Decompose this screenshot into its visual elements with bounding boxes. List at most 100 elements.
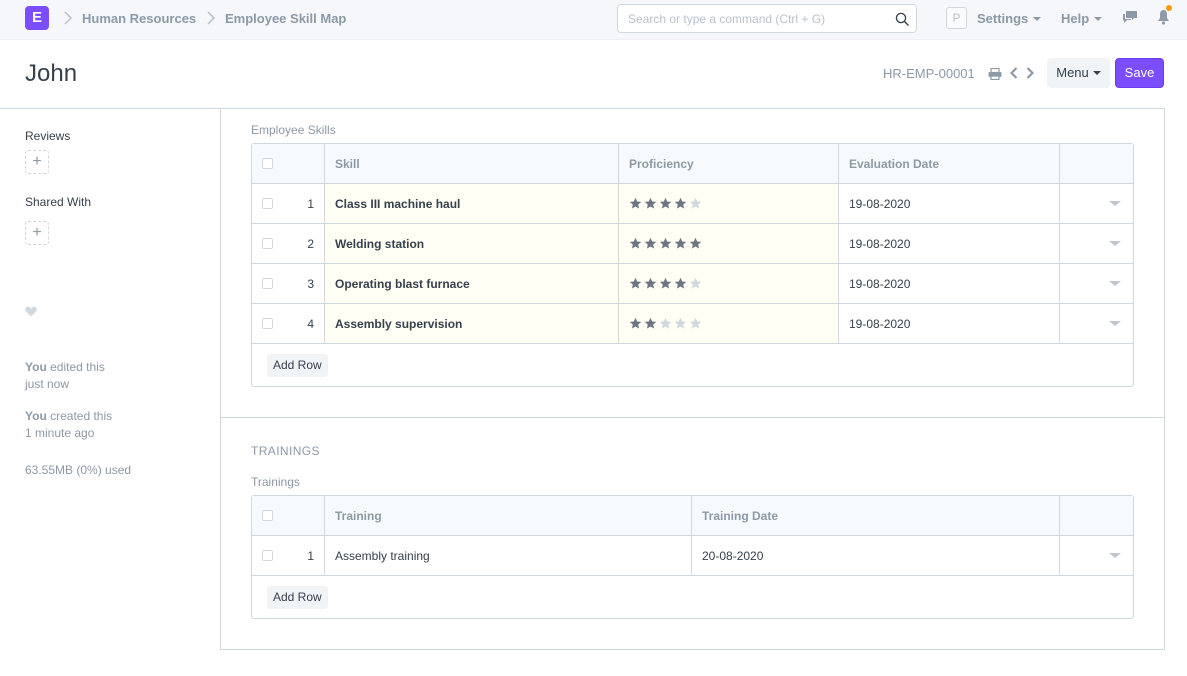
star-rating[interactable] [629, 277, 702, 290]
row-expand-icon[interactable] [1109, 241, 1121, 246]
row-expand-icon[interactable] [1109, 281, 1121, 286]
column-header-actions [1060, 144, 1133, 183]
row-index: 2 [307, 236, 314, 251]
chat-icon[interactable] [1122, 10, 1138, 29]
proficiency-cell[interactable] [619, 264, 839, 303]
star-filled-icon[interactable] [629, 237, 642, 250]
evaluation-date-cell[interactable]: 19-08-2020 [839, 224, 1060, 263]
star-filled-icon[interactable] [644, 277, 657, 290]
employee-skills-table: Skill Proficiency Evaluation Date 1 Class… [251, 143, 1134, 387]
previous-record-icon[interactable] [1009, 66, 1019, 85]
search-icon[interactable] [895, 12, 910, 32]
activity-created: You created this 1 minute ago [25, 408, 112, 442]
star-filled-icon[interactable] [659, 197, 672, 210]
star-filled-icon[interactable] [644, 197, 657, 210]
activity-edited: You edited this just now [25, 359, 105, 393]
star-filled-icon[interactable] [659, 237, 672, 250]
save-button[interactable]: Save [1115, 58, 1164, 88]
shared-with-label: Shared With [25, 195, 92, 209]
star-filled-icon[interactable] [629, 197, 642, 210]
trainings-table: Training Training Date 1 Assembly trainin… [251, 495, 1134, 619]
settings-dropdown[interactable]: Settings [977, 11, 1042, 26]
training-date-cell[interactable]: 20-08-2020 [692, 536, 1060, 575]
row-actions-cell [1060, 224, 1133, 263]
search-input[interactable]: Search or type a command (Ctrl + G) [617, 4, 917, 33]
select-all-cell [252, 496, 325, 535]
proficiency-cell[interactable] [619, 224, 839, 263]
caret-down-icon [1033, 16, 1042, 21]
star-filled-icon[interactable] [644, 237, 657, 250]
add-share-button[interactable]: + [25, 221, 49, 245]
star-filled-icon[interactable] [674, 237, 687, 250]
trainings-section-title: TRAININGS [251, 444, 320, 458]
row-index: 1 [307, 548, 314, 563]
row-actions-cell [1060, 264, 1133, 303]
row-actions-cell [1060, 304, 1133, 343]
training-cell[interactable]: Assembly training [325, 536, 692, 575]
row-expand-icon[interactable] [1109, 321, 1121, 326]
help-dropdown[interactable]: Help [1061, 11, 1103, 26]
row-checkbox[interactable] [262, 238, 273, 249]
skill-cell[interactable]: Welding station [325, 224, 619, 263]
print-icon[interactable] [988, 67, 1002, 85]
star-empty-icon[interactable] [689, 277, 702, 290]
star-filled-icon[interactable] [659, 277, 672, 290]
activity-time: just now [25, 377, 70, 391]
star-empty-icon[interactable] [689, 197, 702, 210]
evaluation-date-cell[interactable]: 19-08-2020 [839, 304, 1060, 343]
bell-icon[interactable] [1157, 9, 1170, 30]
row-expand-icon[interactable] [1109, 553, 1121, 558]
table-row[interactable]: 1 Class III machine haul 19-08-2020 [252, 184, 1133, 224]
star-filled-icon[interactable] [629, 277, 642, 290]
skill-cell[interactable]: Operating blast furnace [325, 264, 619, 303]
proficiency-cell[interactable] [619, 304, 839, 343]
activity-time: 1 minute ago [25, 426, 95, 440]
row-expand-icon[interactable] [1109, 201, 1121, 206]
evaluation-date-cell[interactable]: 19-08-2020 [839, 264, 1060, 303]
add-training-row-button[interactable]: Add Row [267, 586, 328, 609]
app-logo[interactable]: E [25, 6, 49, 30]
star-empty-icon[interactable] [689, 317, 702, 330]
table-header: Training Training Date [252, 496, 1133, 536]
star-empty-icon[interactable] [659, 317, 672, 330]
table-row[interactable]: 3 Operating blast furnace 19-08-2020 [252, 264, 1133, 304]
star-rating[interactable] [629, 317, 702, 330]
next-record-icon[interactable] [1025, 66, 1035, 85]
star-filled-icon[interactable] [644, 317, 657, 330]
skill-cell[interactable]: Class III machine haul [325, 184, 619, 223]
add-review-button[interactable]: + [25, 150, 49, 174]
table-row[interactable]: 1 Assembly training 20-08-2020 [252, 536, 1133, 576]
row-checkbox[interactable] [262, 318, 273, 329]
row-select-cell: 1 [252, 184, 325, 223]
add-skill-row-button[interactable]: Add Row [267, 354, 328, 377]
star-filled-icon[interactable] [689, 237, 702, 250]
activity-action: edited this [46, 360, 105, 374]
select-all-checkbox[interactable] [262, 158, 273, 169]
evaluation-date-cell[interactable]: 19-08-2020 [839, 184, 1060, 223]
star-filled-icon[interactable] [629, 317, 642, 330]
star-empty-icon[interactable] [674, 317, 687, 330]
select-all-checkbox[interactable] [262, 510, 273, 521]
proficiency-cell[interactable] [619, 184, 839, 223]
star-rating[interactable] [629, 237, 702, 250]
user-avatar[interactable]: P [946, 7, 967, 29]
row-checkbox[interactable] [262, 278, 273, 289]
menu-button[interactable]: Menu [1047, 58, 1110, 88]
row-checkbox[interactable] [262, 550, 273, 561]
table-row[interactable]: 2 Welding station 19-08-2020 [252, 224, 1133, 264]
star-filled-icon[interactable] [674, 197, 687, 210]
notification-indicator [1166, 5, 1172, 11]
star-rating[interactable] [629, 197, 702, 210]
row-checkbox[interactable] [262, 198, 273, 209]
table-header: Skill Proficiency Evaluation Date [252, 144, 1133, 184]
table-row[interactable]: 4 Assembly supervision 19-08-2020 [252, 304, 1133, 344]
skill-cell[interactable]: Assembly supervision [325, 304, 619, 343]
breadcrumb-human-resources[interactable]: Human Resources [82, 11, 196, 26]
menu-label: Menu [1056, 65, 1089, 80]
heart-icon[interactable] [25, 304, 37, 322]
row-select-cell: 4 [252, 304, 325, 343]
breadcrumb-employee-skill-map[interactable]: Employee Skill Map [225, 11, 346, 26]
star-filled-icon[interactable] [674, 277, 687, 290]
column-header-training: Training [325, 496, 692, 535]
reviews-label: Reviews [25, 129, 71, 143]
